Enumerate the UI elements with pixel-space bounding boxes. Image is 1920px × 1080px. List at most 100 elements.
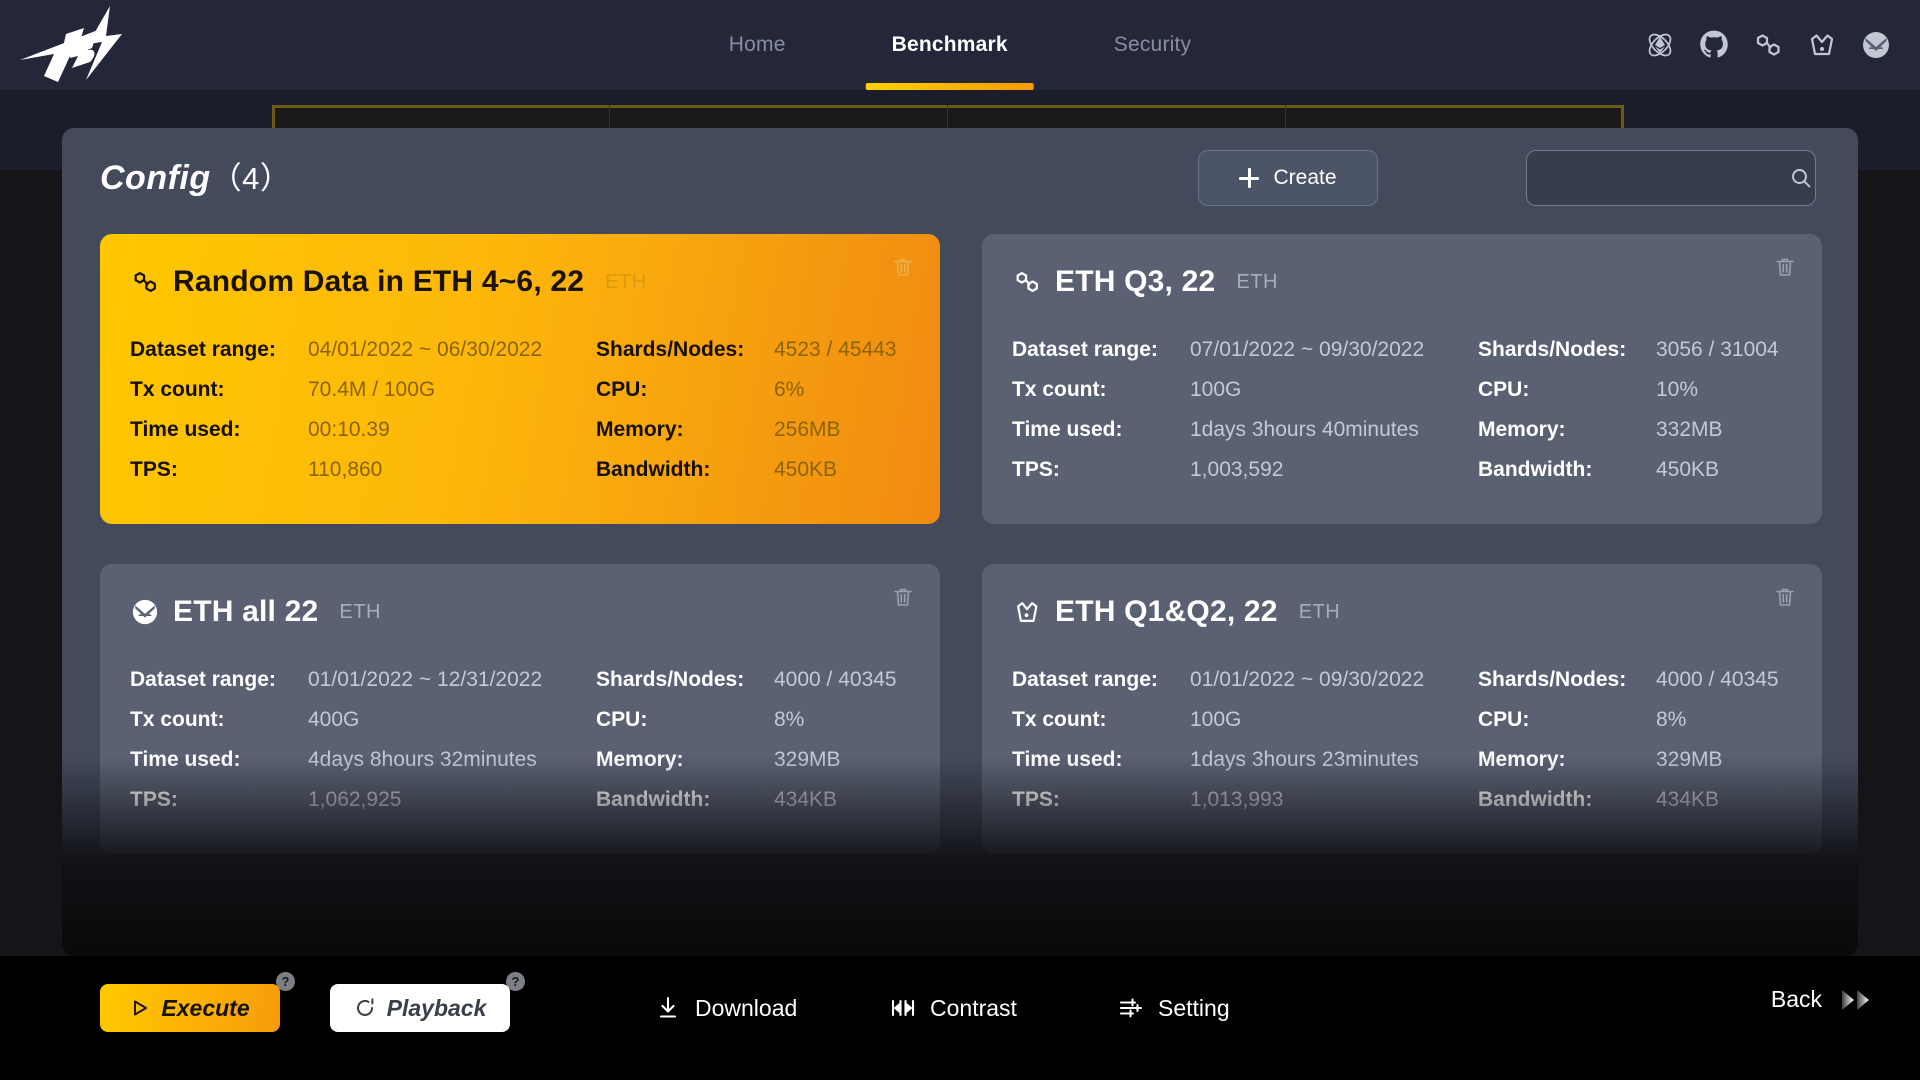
nav-item-benchmark[interactable]: Benchmark bbox=[865, 0, 1034, 90]
nav-label: Home bbox=[728, 33, 786, 56]
field-label-tps: TPS: bbox=[130, 788, 178, 811]
field-value-tx-count: 100G bbox=[1190, 708, 1242, 731]
field-value-dataset-range: 04/01/2022 ~ 06/30/2022 bbox=[308, 338, 543, 361]
field-label-memory: Memory: bbox=[1478, 418, 1566, 441]
chevron-double-right-icon bbox=[1842, 989, 1869, 1010]
field-value-tps: 1,003,592 bbox=[1190, 458, 1284, 481]
field-label-memory: Memory: bbox=[596, 748, 684, 771]
field-label-bandwidth: Bandwidth: bbox=[1478, 458, 1593, 481]
logo[interactable] bbox=[14, 4, 134, 82]
mask-icon[interactable] bbox=[1860, 29, 1892, 61]
field-value-tx-count: 100G bbox=[1190, 378, 1242, 401]
card-tag: ETH bbox=[605, 270, 647, 293]
contrast-button[interactable]: Contrast bbox=[890, 988, 1017, 1028]
app-root: Home Benchmark Security Config（4） Create… bbox=[0, 0, 1920, 1080]
field-value-dataset-range: 07/01/2022 ~ 09/30/2022 bbox=[1190, 338, 1425, 361]
execute-button[interactable]: Execute bbox=[100, 984, 280, 1032]
page-title-text: Config bbox=[100, 159, 211, 197]
field-label-tx-count: Tx count: bbox=[130, 708, 225, 731]
card-header: ETH Q3, 22 ETH bbox=[1012, 260, 1792, 304]
card-title: Random Data in ETH 4~6, 22 bbox=[173, 265, 585, 298]
chainlink-icon[interactable] bbox=[1752, 29, 1784, 61]
field-value-bandwidth: 450KB bbox=[774, 458, 838, 481]
field-value-time-used: 00:10.39 bbox=[308, 418, 390, 441]
field-value-cpu: 6% bbox=[774, 378, 805, 401]
download-button[interactable]: Download bbox=[655, 988, 797, 1028]
field-label-bandwidth: Bandwidth: bbox=[596, 788, 711, 811]
panel-header: Config（4） Create bbox=[62, 128, 1858, 234]
field-value-memory: 256MB bbox=[774, 418, 841, 441]
card-tag: ETH bbox=[339, 600, 381, 623]
delete-icon[interactable] bbox=[1772, 254, 1798, 280]
delete-icon[interactable] bbox=[1772, 584, 1798, 610]
config-panel: Config（4） Create Random Data in ETH 4~6,… bbox=[62, 128, 1858, 956]
search-box[interactable] bbox=[1526, 150, 1816, 206]
config-card[interactable]: ETH Q1&Q2, 22 ETH Dataset range: 01/01/2… bbox=[982, 564, 1822, 854]
config-card[interactable]: ETH all 22 ETH Dataset range: 01/01/2022… bbox=[100, 564, 940, 854]
setting-button[interactable]: Setting bbox=[1118, 988, 1230, 1028]
field-value-cpu: 10% bbox=[1656, 378, 1699, 401]
field-value-time-used: 1days 3hours 40minutes bbox=[1190, 418, 1419, 441]
field-label-tps: TPS: bbox=[1012, 788, 1060, 811]
config-card[interactable]: ETH Q3, 22 ETH Dataset range: 07/01/2022… bbox=[982, 234, 1822, 524]
bottom-toolbar: ? Execute ? Playback Download Contrast S… bbox=[0, 956, 1920, 1080]
field-label-tps: TPS: bbox=[1012, 458, 1060, 481]
field-label-tx-count: Tx count: bbox=[130, 378, 225, 401]
field-value-tps: 110,860 bbox=[308, 458, 383, 481]
chainlink-icon bbox=[130, 267, 160, 297]
nav-item-home[interactable]: Home bbox=[725, 0, 790, 90]
field-label-cpu: CPU: bbox=[1478, 708, 1530, 731]
field-label-time-used: Time used: bbox=[130, 418, 241, 441]
field-label-tx-count: Tx count: bbox=[1012, 708, 1107, 731]
sliders-icon bbox=[1119, 998, 1143, 1018]
back-button[interactable]: Back bbox=[1771, 986, 1878, 1013]
nav-active-underline bbox=[865, 83, 1034, 90]
card-fields: Dataset range: 04/01/2022 ~ 06/30/2022 S… bbox=[130, 330, 910, 490]
card-tag: ETH bbox=[1236, 270, 1278, 293]
nav-label: Benchmark bbox=[891, 33, 1008, 56]
playback-button[interactable]: Playback bbox=[330, 984, 510, 1032]
field-label-memory: Memory: bbox=[596, 418, 684, 441]
field-label-dataset-range: Dataset range: bbox=[130, 668, 276, 691]
delete-icon[interactable] bbox=[890, 254, 916, 280]
field-value-time-used: 1days 3hours 23minutes bbox=[1190, 748, 1419, 771]
create-button[interactable]: Create bbox=[1198, 150, 1378, 206]
field-value-tx-count: 70.4M / 100G bbox=[308, 378, 436, 401]
field-label-dataset-range: Dataset range: bbox=[1012, 668, 1158, 691]
contrast-icon bbox=[891, 999, 915, 1017]
github-icon[interactable] bbox=[1698, 29, 1730, 61]
field-value-memory: 329MB bbox=[774, 748, 841, 771]
field-label-bandwidth: Bandwidth: bbox=[1478, 788, 1593, 811]
card-fields: Dataset range: 01/01/2022 ~ 12/31/2022 S… bbox=[130, 660, 910, 820]
plus-icon bbox=[1239, 168, 1260, 188]
search-icon[interactable] bbox=[1787, 166, 1815, 190]
search-input[interactable] bbox=[1527, 151, 1787, 205]
field-value-shards-nodes: 3056 / 31004 bbox=[1656, 338, 1779, 361]
card-fields: Dataset range: 01/01/2022 ~ 09/30/2022 S… bbox=[1012, 660, 1792, 820]
chainlink-icon bbox=[1012, 267, 1042, 297]
nav-label: Security bbox=[1113, 33, 1192, 56]
config-count: （4） bbox=[210, 161, 292, 196]
mask-icon bbox=[130, 597, 160, 627]
card-header: ETH Q1&Q2, 22 ETH bbox=[1012, 590, 1792, 634]
field-label-time-used: Time used: bbox=[1012, 748, 1123, 771]
field-label-time-used: Time used: bbox=[130, 748, 241, 771]
playback-button-label: Playback bbox=[386, 994, 487, 1021]
app-header: Home Benchmark Security bbox=[0, 0, 1920, 90]
field-value-bandwidth: 450KB bbox=[1656, 458, 1720, 481]
field-label-tps: TPS: bbox=[130, 458, 178, 481]
field-value-memory: 332MB bbox=[1656, 418, 1723, 441]
nav-item-security[interactable]: Security bbox=[1110, 0, 1195, 90]
field-label-shards-nodes: Shards/Nodes: bbox=[596, 338, 745, 361]
ethereum-icon[interactable] bbox=[1644, 29, 1676, 61]
field-label-dataset-range: Dataset range: bbox=[130, 338, 276, 361]
config-card[interactable]: Random Data in ETH 4~6, 22 ETH Dataset r… bbox=[100, 234, 940, 524]
field-value-time-used: 4days 8hours 32minutes bbox=[308, 748, 537, 771]
field-value-bandwidth: 434KB bbox=[774, 788, 838, 811]
crown-icon[interactable] bbox=[1806, 29, 1838, 61]
setting-button-label: Setting bbox=[1158, 994, 1230, 1021]
execute-button-label: Execute bbox=[161, 994, 250, 1021]
field-label-shards-nodes: Shards/Nodes: bbox=[1478, 338, 1627, 361]
card-title: ETH Q1&Q2, 22 bbox=[1055, 595, 1278, 628]
delete-icon[interactable] bbox=[890, 584, 916, 610]
